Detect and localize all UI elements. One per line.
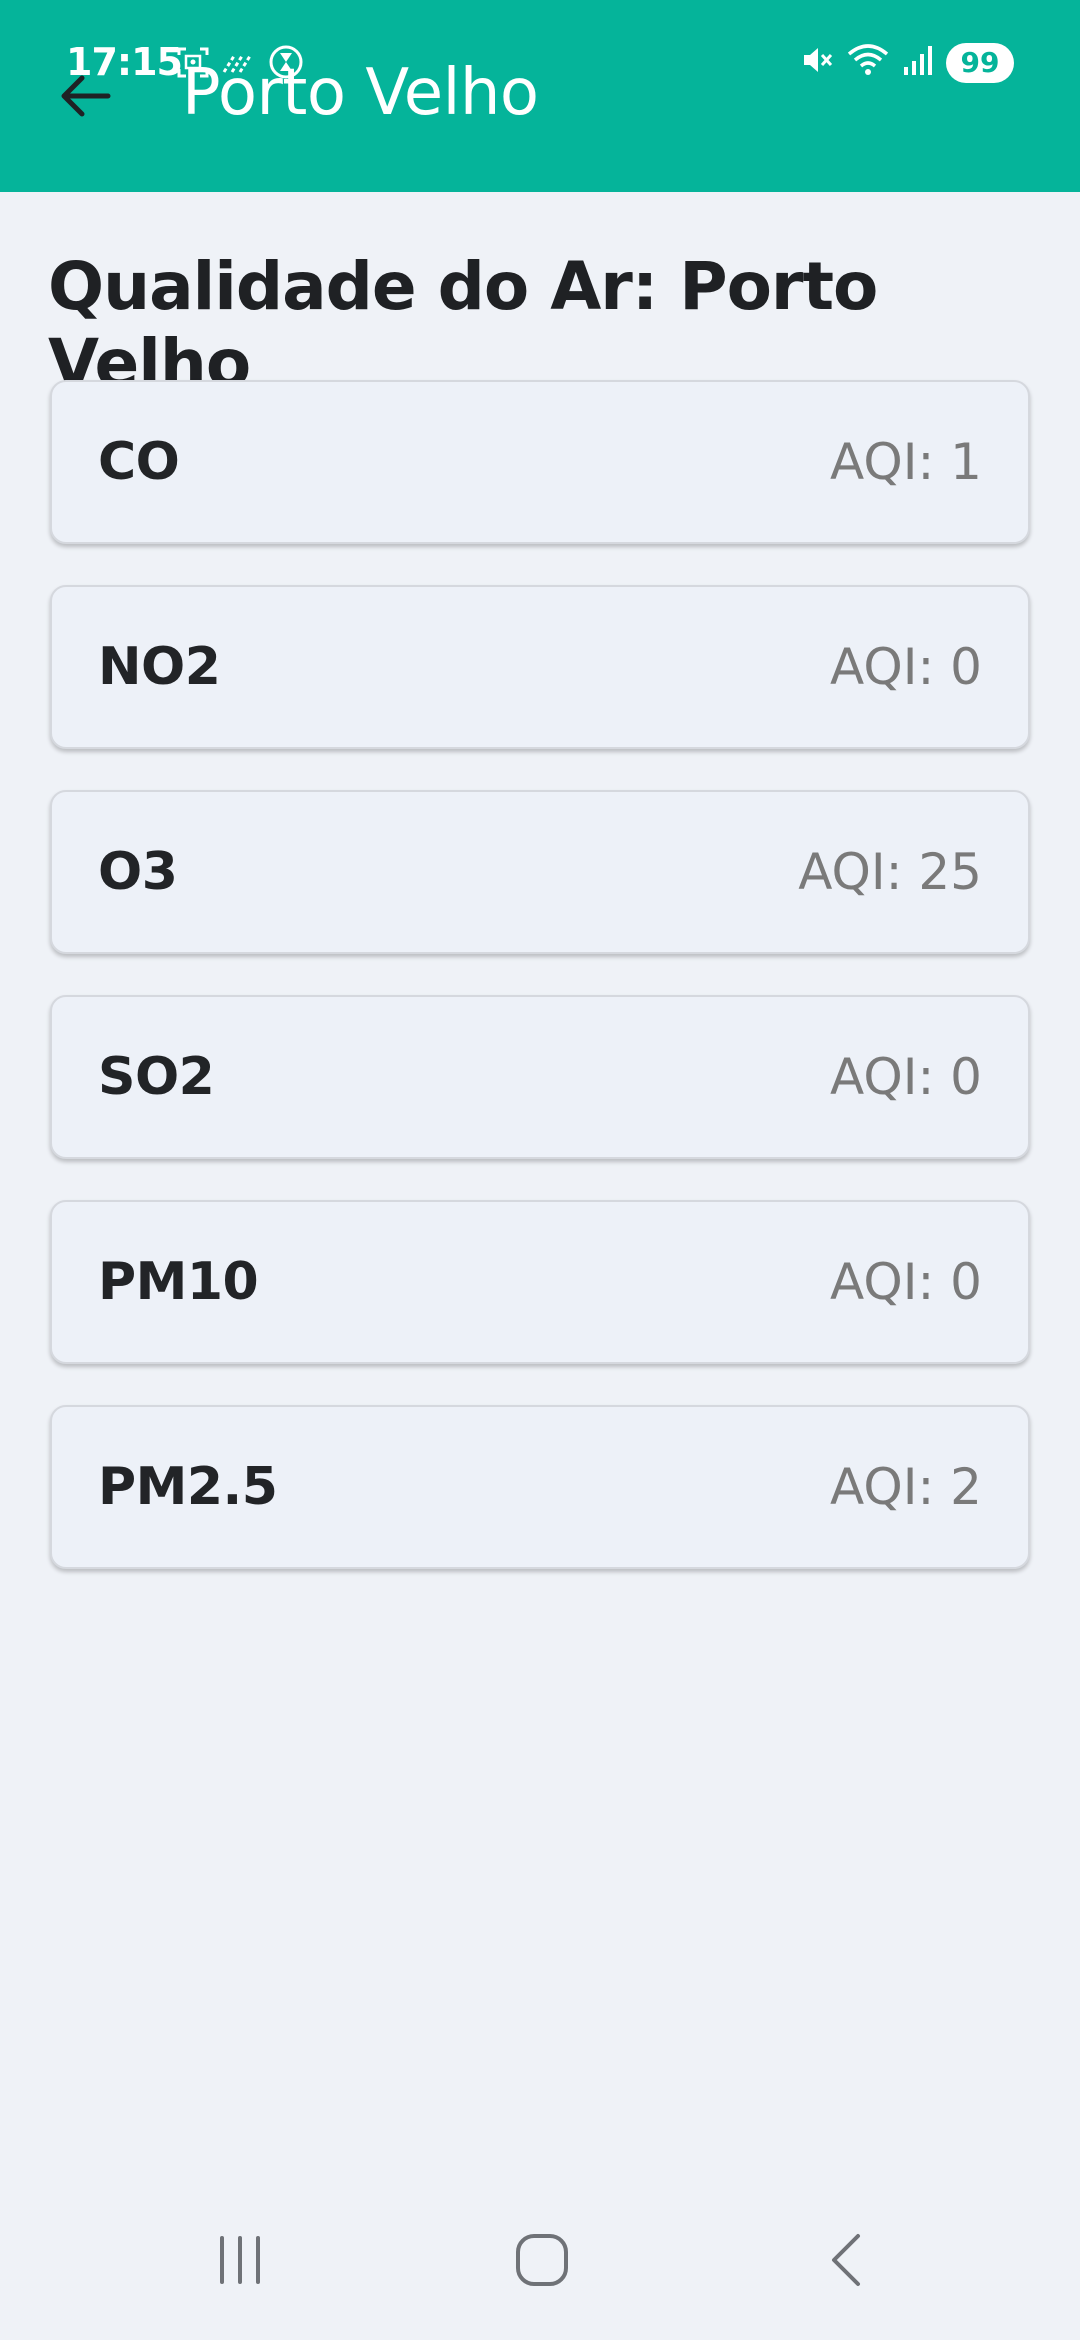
pollutant-aqi: AQI: 25 <box>798 843 982 901</box>
battery-indicator: 99 <box>946 42 1014 83</box>
home-button[interactable] <box>492 2222 592 2302</box>
back-nav-icon <box>826 2232 866 2293</box>
pollutant-card-co[interactable]: CO AQI: 1 <box>50 380 1030 544</box>
status-right-icons: 99 <box>800 42 1014 83</box>
pollutant-aqi: AQI: 0 <box>830 638 982 696</box>
pollutant-card-o3[interactable]: O3 AQI: 25 <box>50 790 1030 954</box>
signal-icon <box>902 43 934 82</box>
home-icon <box>514 2232 570 2293</box>
recent-apps-button[interactable] <box>190 2222 290 2302</box>
pollutant-name: SO2 <box>98 1047 215 1107</box>
pollutant-aqi: AQI: 0 <box>830 1253 982 1311</box>
screenshot-icon <box>176 45 210 84</box>
back-nav-button[interactable] <box>796 2222 896 2302</box>
pollutant-name: NO2 <box>98 637 221 697</box>
timer-icon <box>268 44 304 85</box>
pollutant-aqi: AQI: 2 <box>830 1458 982 1516</box>
pollutant-aqi: AQI: 0 <box>830 1048 982 1106</box>
pollutant-name: PM2.5 <box>98 1457 278 1517</box>
pollutant-card-no2[interactable]: NO2 AQI: 0 <box>50 585 1030 749</box>
pollutant-aqi: AQI: 1 <box>830 433 982 491</box>
system-nav-bar <box>0 2200 1080 2340</box>
status-bar: 17:15 99 <box>0 0 1080 130</box>
pollutant-card-pm25[interactable]: PM2.5 AQI: 2 <box>50 1405 1030 1569</box>
status-left-icons <box>176 44 304 85</box>
pollutant-card-pm10[interactable]: PM10 AQI: 0 <box>50 1200 1030 1364</box>
pollutant-name: O3 <box>98 842 178 902</box>
pollutant-name: CO <box>98 432 180 492</box>
page-title: Qualidade do Ar: Porto Velho <box>48 248 878 402</box>
status-time: 17:15 <box>66 40 183 84</box>
wifi-icon <box>846 42 890 83</box>
recent-apps-icon <box>212 2234 268 2291</box>
pollutant-name: PM10 <box>98 1252 259 1312</box>
data-saver-icon <box>222 50 256 79</box>
mute-icon <box>800 43 834 82</box>
pollutant-list: CO AQI: 1 NO2 AQI: 0 O3 AQI: 25 SO2 AQI:… <box>50 380 1030 1610</box>
pollutant-card-so2[interactable]: SO2 AQI: 0 <box>50 995 1030 1159</box>
